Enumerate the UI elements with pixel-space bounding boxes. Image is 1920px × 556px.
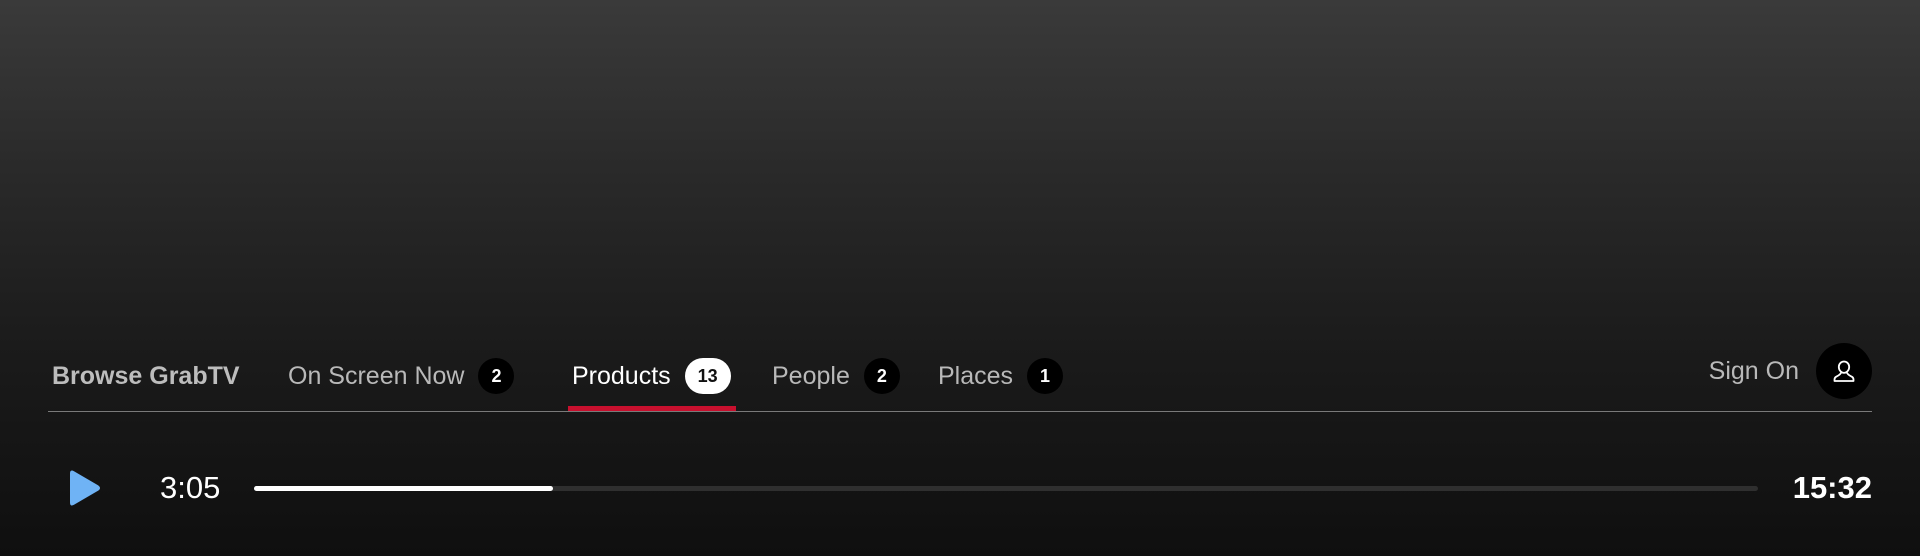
current-time: 3:05	[160, 470, 221, 505]
count-badge: 1	[1027, 358, 1064, 394]
progress-fill	[254, 486, 554, 491]
browse-grabtv-link[interactable]: Browse GrabTV	[52, 340, 240, 412]
progress-bar[interactable]	[254, 486, 1758, 491]
play-icon	[70, 470, 100, 506]
tab-people[interactable]: People 2	[772, 340, 900, 412]
tab-label: Products	[572, 361, 671, 390]
tab-places[interactable]: Places 1	[938, 340, 1064, 412]
sign-on-button[interactable]: Sign On	[1709, 343, 1872, 399]
tab-label: Places	[938, 361, 1014, 390]
tab-label: People	[772, 361, 850, 390]
sign-on-label: Sign On	[1708, 356, 1799, 385]
play-button[interactable]	[62, 466, 106, 510]
browse-grabtv-label: Browse GrabTV	[52, 361, 240, 390]
tab-label: On Screen Now	[288, 361, 465, 390]
tab-on-screen-now[interactable]: On Screen Now 2	[288, 340, 515, 412]
count-badge: 2	[478, 358, 515, 394]
video-player-screen: { "nav": { "browse_label": "Browse GrabT…	[0, 0, 1920, 556]
user-icon[interactable]	[1816, 343, 1872, 399]
count-badge: 2	[863, 358, 900, 394]
count-badge: 13	[684, 358, 731, 394]
nav-divider	[48, 411, 1872, 412]
tab-products[interactable]: Products 13	[572, 340, 731, 412]
total-duration: 15:32	[1792, 470, 1872, 505]
category-nav: Browse GrabTV On Screen Now 2 Products 1…	[0, 340, 1920, 412]
playback-controls: 3:05 15:32	[0, 446, 1920, 530]
